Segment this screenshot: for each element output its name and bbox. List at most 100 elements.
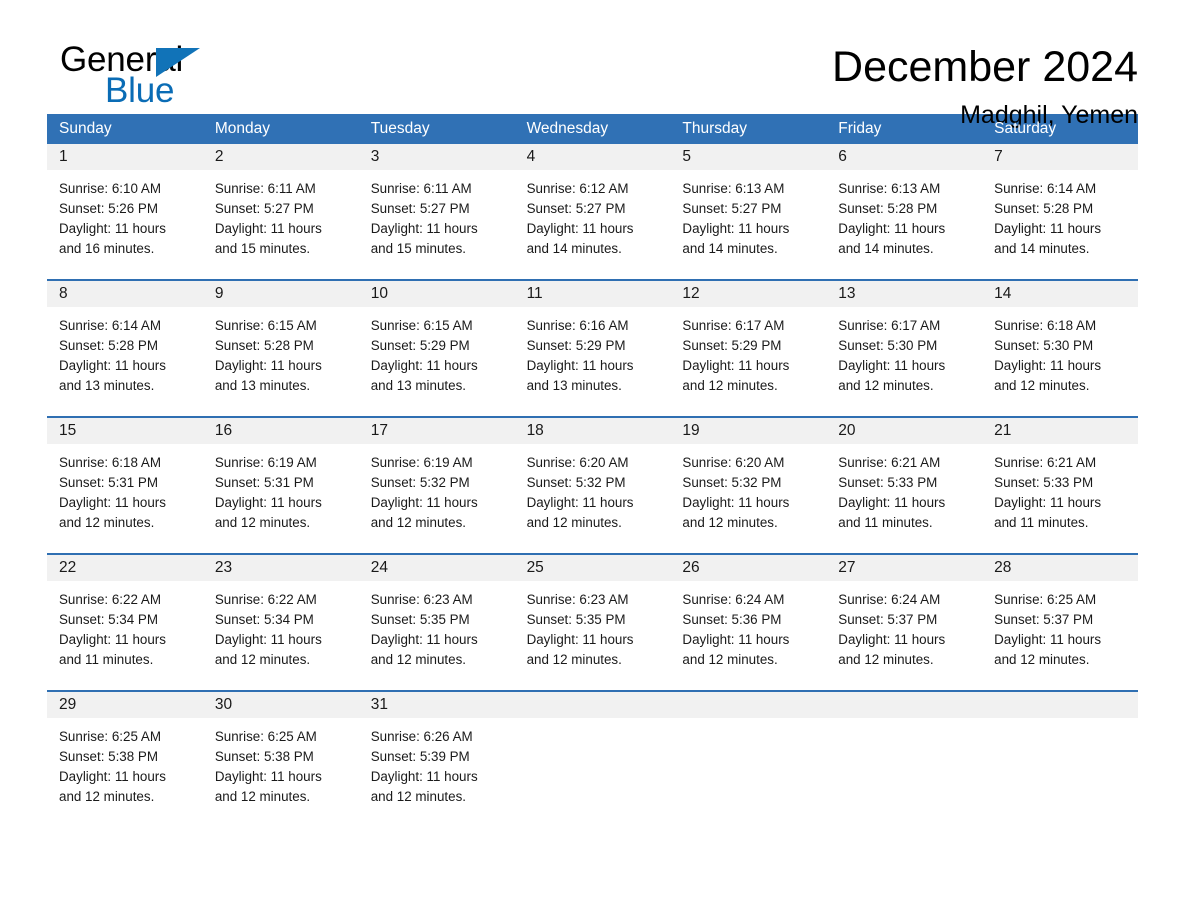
day-number[interactable]: 11 <box>515 281 671 307</box>
day-number[interactable]: 14 <box>982 281 1138 307</box>
day-number[interactable]: 1 <box>47 144 203 170</box>
weekday-header-saturday: Saturday <box>994 120 1057 137</box>
daylight-text-line2: and 13 minutes. <box>59 378 155 393</box>
daylight-text-line1: Daylight: 11 hours <box>214 358 322 373</box>
day-cell[interactable]: Sunrise: 6:11 AM Sunset: 5:27 PM Daylight:… <box>359 170 515 279</box>
daylight-text-line2: and 11 minutes. <box>838 515 933 530</box>
day-cell[interactable]: Sunrise: 6:24 AM Sunset: 5:37 PM Daylight:… <box>826 581 982 690</box>
day-cell[interactable]: Sunrise: 6:21 AM Sunset: 5:33 PM Daylight:… <box>826 444 982 553</box>
day-cell[interactable]: Sunrise: 6:23 AM Sunset: 5:35 PM Daylight:… <box>359 581 515 690</box>
sunset-text: Sunset: 5:27 PM <box>682 201 782 216</box>
day-cell[interactable]: Sunrise: 6:26 AM Sunset: 5:39 PM Daylight:… <box>359 718 515 827</box>
day-cell-empty <box>826 718 982 827</box>
day-cell[interactable]: Sunrise: 6:18 AM Sunset: 5:30 PM Daylight:… <box>982 307 1138 416</box>
week-detail-row: Sunrise: 6:10 AM Sunset: 5:26 PM Daylight:… <box>47 170 1138 279</box>
day-number[interactable]: 26 <box>670 555 826 581</box>
day-number-empty <box>826 692 982 718</box>
day-cell[interactable]: Sunrise: 6:13 AM Sunset: 5:28 PM Daylight:… <box>826 170 982 279</box>
sunset-text: Sunset: 5:36 PM <box>682 612 782 627</box>
sunrise-text: Sunrise: 6:18 AM <box>994 318 1097 333</box>
day-cell[interactable]: Sunrise: 6:16 AM Sunset: 5:29 PM Daylight:… <box>515 307 671 416</box>
daylight-text-line2: and 14 minutes. <box>682 241 778 256</box>
day-cell[interactable]: Sunrise: 6:15 AM Sunset: 5:29 PM Daylight:… <box>359 307 515 416</box>
day-cell[interactable]: Sunrise: 6:10 AM Sunset: 5:26 PM Daylight:… <box>47 170 203 279</box>
day-cell[interactable]: Sunrise: 6:17 AM Sunset: 5:30 PM Daylight:… <box>826 307 982 416</box>
day-number[interactable]: 18 <box>515 418 671 444</box>
day-number[interactable]: 16 <box>203 418 359 444</box>
day-number[interactable]: 10 <box>359 281 515 307</box>
day-cell[interactable]: Sunrise: 6:14 AM Sunset: 5:28 PM Daylight:… <box>47 307 203 416</box>
day-cell[interactable]: Sunrise: 6:12 AM Sunset: 5:27 PM Daylight:… <box>515 170 671 279</box>
day-number[interactable]: 5 <box>670 144 826 170</box>
day-cell[interactable]: Sunrise: 6:13 AM Sunset: 5:27 PM Daylight:… <box>670 170 826 279</box>
day-number[interactable]: 30 <box>203 692 359 718</box>
day-number[interactable]: 4 <box>515 144 671 170</box>
weekday-header-row: Sunday Monday Tuesday Wednesday Thursday… <box>47 114 1138 144</box>
day-cell[interactable]: Sunrise: 6:25 AM Sunset: 5:38 PM Daylight:… <box>47 718 203 827</box>
daylight-text-line1: Daylight: 11 hours <box>214 769 322 784</box>
day-cell[interactable]: Sunrise: 6:11 AM Sunset: 5:27 PM Daylight:… <box>203 170 359 279</box>
day-number[interactable]: 24 <box>359 555 515 581</box>
day-number[interactable]: 25 <box>515 555 671 581</box>
sunrise-text: Sunrise: 6:13 AM <box>838 181 941 196</box>
day-number[interactable]: 12 <box>670 281 826 307</box>
day-cell[interactable]: Sunrise: 6:22 AM Sunset: 5:34 PM Daylight:… <box>203 581 359 690</box>
daylight-text-line1: Daylight: 11 hours <box>994 495 1102 510</box>
daylight-text-line1: Daylight: 11 hours <box>838 358 946 373</box>
day-number[interactable]: 8 <box>47 281 203 307</box>
day-cell[interactable]: Sunrise: 6:21 AM Sunset: 5:33 PM Daylight:… <box>982 444 1138 553</box>
day-number[interactable]: 13 <box>826 281 982 307</box>
day-cell[interactable]: Sunrise: 6:25 AM Sunset: 5:38 PM Daylight:… <box>203 718 359 827</box>
day-cell[interactable]: Sunrise: 6:14 AM Sunset: 5:28 PM Daylight:… <box>982 170 1138 279</box>
sunrise-text: Sunrise: 6:23 AM <box>370 592 473 607</box>
daylight-text-line2: and 13 minutes. <box>214 378 311 393</box>
day-cell[interactable]: Sunrise: 6:23 AM Sunset: 5:35 PM Daylight:… <box>515 581 671 690</box>
day-cell[interactable]: Sunrise: 6:19 AM Sunset: 5:32 PM Daylight:… <box>359 444 515 553</box>
day-cell[interactable]: Sunrise: 6:20 AM Sunset: 5:32 PM Daylight:… <box>670 444 826 553</box>
daylight-text-line1: Daylight: 11 hours <box>526 632 634 647</box>
day-number[interactable]: 27 <box>826 555 982 581</box>
day-number[interactable]: 7 <box>982 144 1138 170</box>
day-number[interactable]: 20 <box>826 418 982 444</box>
day-cell[interactable]: Sunrise: 6:22 AM Sunset: 5:34 PM Daylight:… <box>47 581 203 690</box>
sunrise-text: Sunrise: 6:25 AM <box>214 729 317 744</box>
daylight-text-line2: and 16 minutes. <box>59 241 155 256</box>
day-cell[interactable]: Sunrise: 6:20 AM Sunset: 5:32 PM Daylight:… <box>515 444 671 553</box>
sunrise-text: Sunrise: 6:14 AM <box>59 318 161 333</box>
day-number[interactable]: 23 <box>203 555 359 581</box>
day-cell[interactable]: Sunrise: 6:24 AM Sunset: 5:36 PM Daylight:… <box>670 581 826 690</box>
day-number[interactable]: 9 <box>203 281 359 307</box>
day-number[interactable]: 29 <box>47 692 203 718</box>
day-number[interactable]: 19 <box>670 418 826 444</box>
day-cell[interactable]: Sunrise: 6:25 AM Sunset: 5:37 PM Daylight:… <box>982 581 1138 690</box>
day-cell[interactable]: Sunrise: 6:15 AM Sunset: 5:28 PM Daylight:… <box>203 307 359 416</box>
daylight-text-line1: Daylight: 11 hours <box>59 495 166 510</box>
day-number[interactable]: 2 <box>203 144 359 170</box>
daylight-text-line1: Daylight: 11 hours <box>370 221 478 236</box>
sunrise-text: Sunrise: 6:25 AM <box>994 592 1097 607</box>
weekday-header-friday: Friday <box>838 120 882 137</box>
daylight-text-line2: and 15 minutes. <box>370 241 466 256</box>
day-number-empty <box>515 692 671 718</box>
day-number[interactable]: 31 <box>359 692 515 718</box>
calendar-week-row: 15 16 17 18 19 20 21 Sunrise: 6:18 AM Sunset: 5:… <box>47 416 1138 553</box>
weekday-header-sunday: Sunday <box>59 120 112 137</box>
day-number[interactable]: 6 <box>826 144 982 170</box>
daylight-text-line2: and 14 minutes. <box>994 241 1090 256</box>
day-number[interactable]: 28 <box>982 555 1138 581</box>
day-number[interactable]: 17 <box>359 418 515 444</box>
day-cell[interactable]: Sunrise: 6:17 AM Sunset: 5:29 PM Daylight:… <box>670 307 826 416</box>
calendar-week-row: 1 2 3 4 5 6 7 Sunrise: 6:10 AM Sunset: 5:26 PM Da… <box>47 144 1138 279</box>
day-number[interactable]: 3 <box>359 144 515 170</box>
day-cell[interactable]: Sunrise: 6:19 AM Sunset: 5:31 PM Daylight:… <box>203 444 359 553</box>
daylight-text-line1: Daylight: 11 hours <box>994 632 1102 647</box>
sunset-text: Sunset: 5:34 PM <box>214 612 314 627</box>
day-number[interactable]: 21 <box>982 418 1138 444</box>
day-number[interactable]: 22 <box>47 555 203 581</box>
day-cell[interactable]: Sunrise: 6:18 AM Sunset: 5:31 PM Daylight:… <box>47 444 203 553</box>
daylight-text-line1: Daylight: 11 hours <box>526 358 634 373</box>
sunset-text: Sunset: 5:39 PM <box>370 749 470 764</box>
day-number[interactable]: 15 <box>47 418 203 444</box>
sunrise-text: Sunrise: 6:11 AM <box>370 181 472 196</box>
logo-text-blue: Blue <box>105 71 175 110</box>
